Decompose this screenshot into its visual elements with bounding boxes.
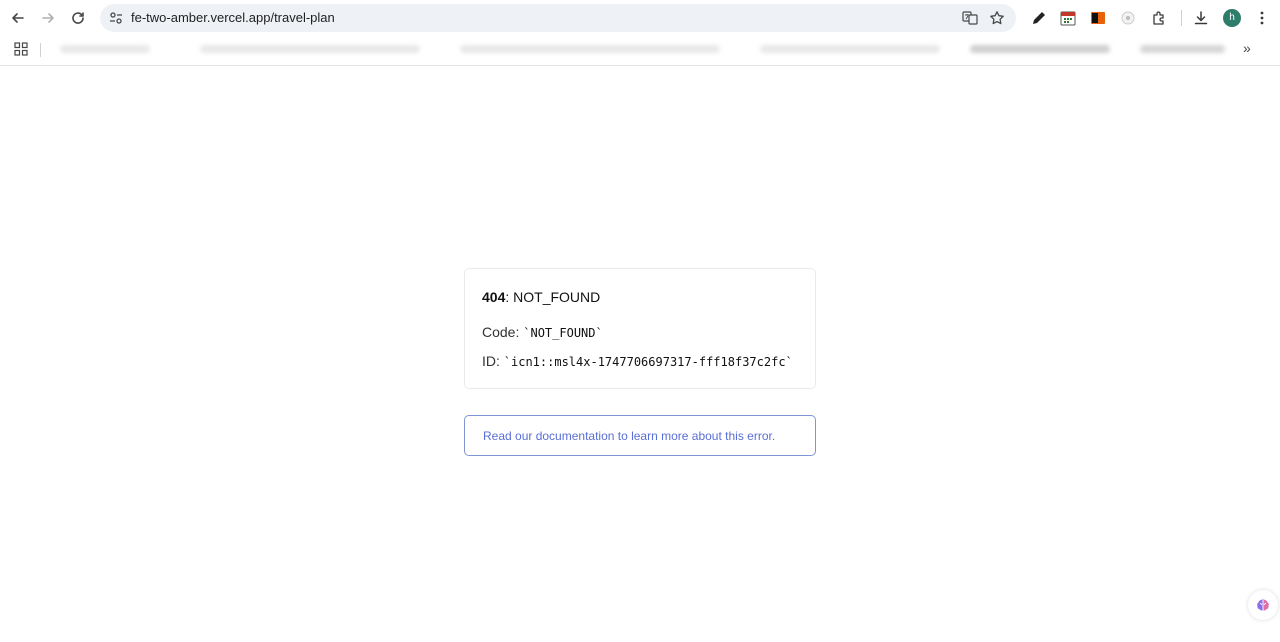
error-code-value: `NOT_FOUND` [523,326,603,340]
download-icon [1194,11,1208,25]
toolbar-divider [1181,10,1182,26]
badge-icon [1091,12,1105,24]
bookmark-item[interactable] [1140,45,1225,53]
error-id-line: ID: `icn1::msl4x-1747706697317-fff18f37c… [482,353,793,369]
profile-avatar[interactable]: h [1223,9,1241,27]
error-id-label: ID: [482,353,504,369]
documentation-link[interactable]: Read our documentation to learn more abo… [464,415,816,456]
address-bar[interactable]: fe-two-amber.vercel.app/travel-plan [100,4,1016,32]
error-code-label: Code: [482,324,524,340]
arrow-right-icon [42,13,54,23]
error-code-line: Code: `NOT_FOUND` [482,324,603,340]
extension-calendar[interactable] [1059,9,1077,27]
floating-assistant-button[interactable] [1248,590,1278,620]
translate-icon[interactable] [962,10,978,26]
calendar-icon [1060,11,1076,26]
error-status-code: 404 [482,289,506,305]
error-card: 404: NOT_FOUND Code: `NOT_FOUND` ID: `ic… [464,268,816,389]
extensions-button[interactable] [1150,9,1168,27]
pen-icon [1033,12,1045,24]
bookmark-item[interactable] [460,45,720,53]
more-vertical-icon [1260,11,1264,25]
bookmark-item[interactable] [970,45,1110,53]
extension-circle[interactable] [1119,9,1137,27]
forward-button[interactable] [36,6,60,30]
url-text[interactable]: fe-two-amber.vercel.app/travel-plan [131,10,335,26]
documentation-link-text[interactable]: Read our documentation to learn more abo… [483,429,775,443]
bookmark-item[interactable] [760,45,940,53]
extension-pen[interactable] [1030,9,1048,27]
error-id-value: `icn1::msl4x-1747706697317-fff18f37c2fc` [503,355,793,369]
bookmarks-separator [40,43,41,57]
bookmark-item[interactable] [200,45,420,53]
bookmarks-overflow-button[interactable]: » [1243,40,1251,56]
reload-button[interactable] [66,6,90,30]
browser-menu-button[interactable] [1253,9,1271,27]
back-button[interactable] [6,6,30,30]
error-title: 404: NOT_FOUND [482,289,600,305]
error-status-text: : NOT_FOUND [505,289,601,305]
extension-orange-badge[interactable] [1089,9,1107,27]
arrow-left-icon [12,13,24,23]
site-settings-icon[interactable] [108,10,124,26]
bookmark-item[interactable] [60,45,150,53]
apps-grid-icon[interactable] [14,42,28,56]
brain-icon [1257,599,1269,611]
spinner-icon [1121,11,1135,25]
bookmarks-bar: » [0,36,1280,66]
browser-toolbar: fe-two-amber.vercel.app/travel-plan h [0,0,1280,36]
reload-icon [72,12,84,24]
bookmark-star-icon[interactable] [989,10,1005,26]
downloads-button[interactable] [1192,9,1210,27]
puzzle-icon [1153,11,1164,25]
